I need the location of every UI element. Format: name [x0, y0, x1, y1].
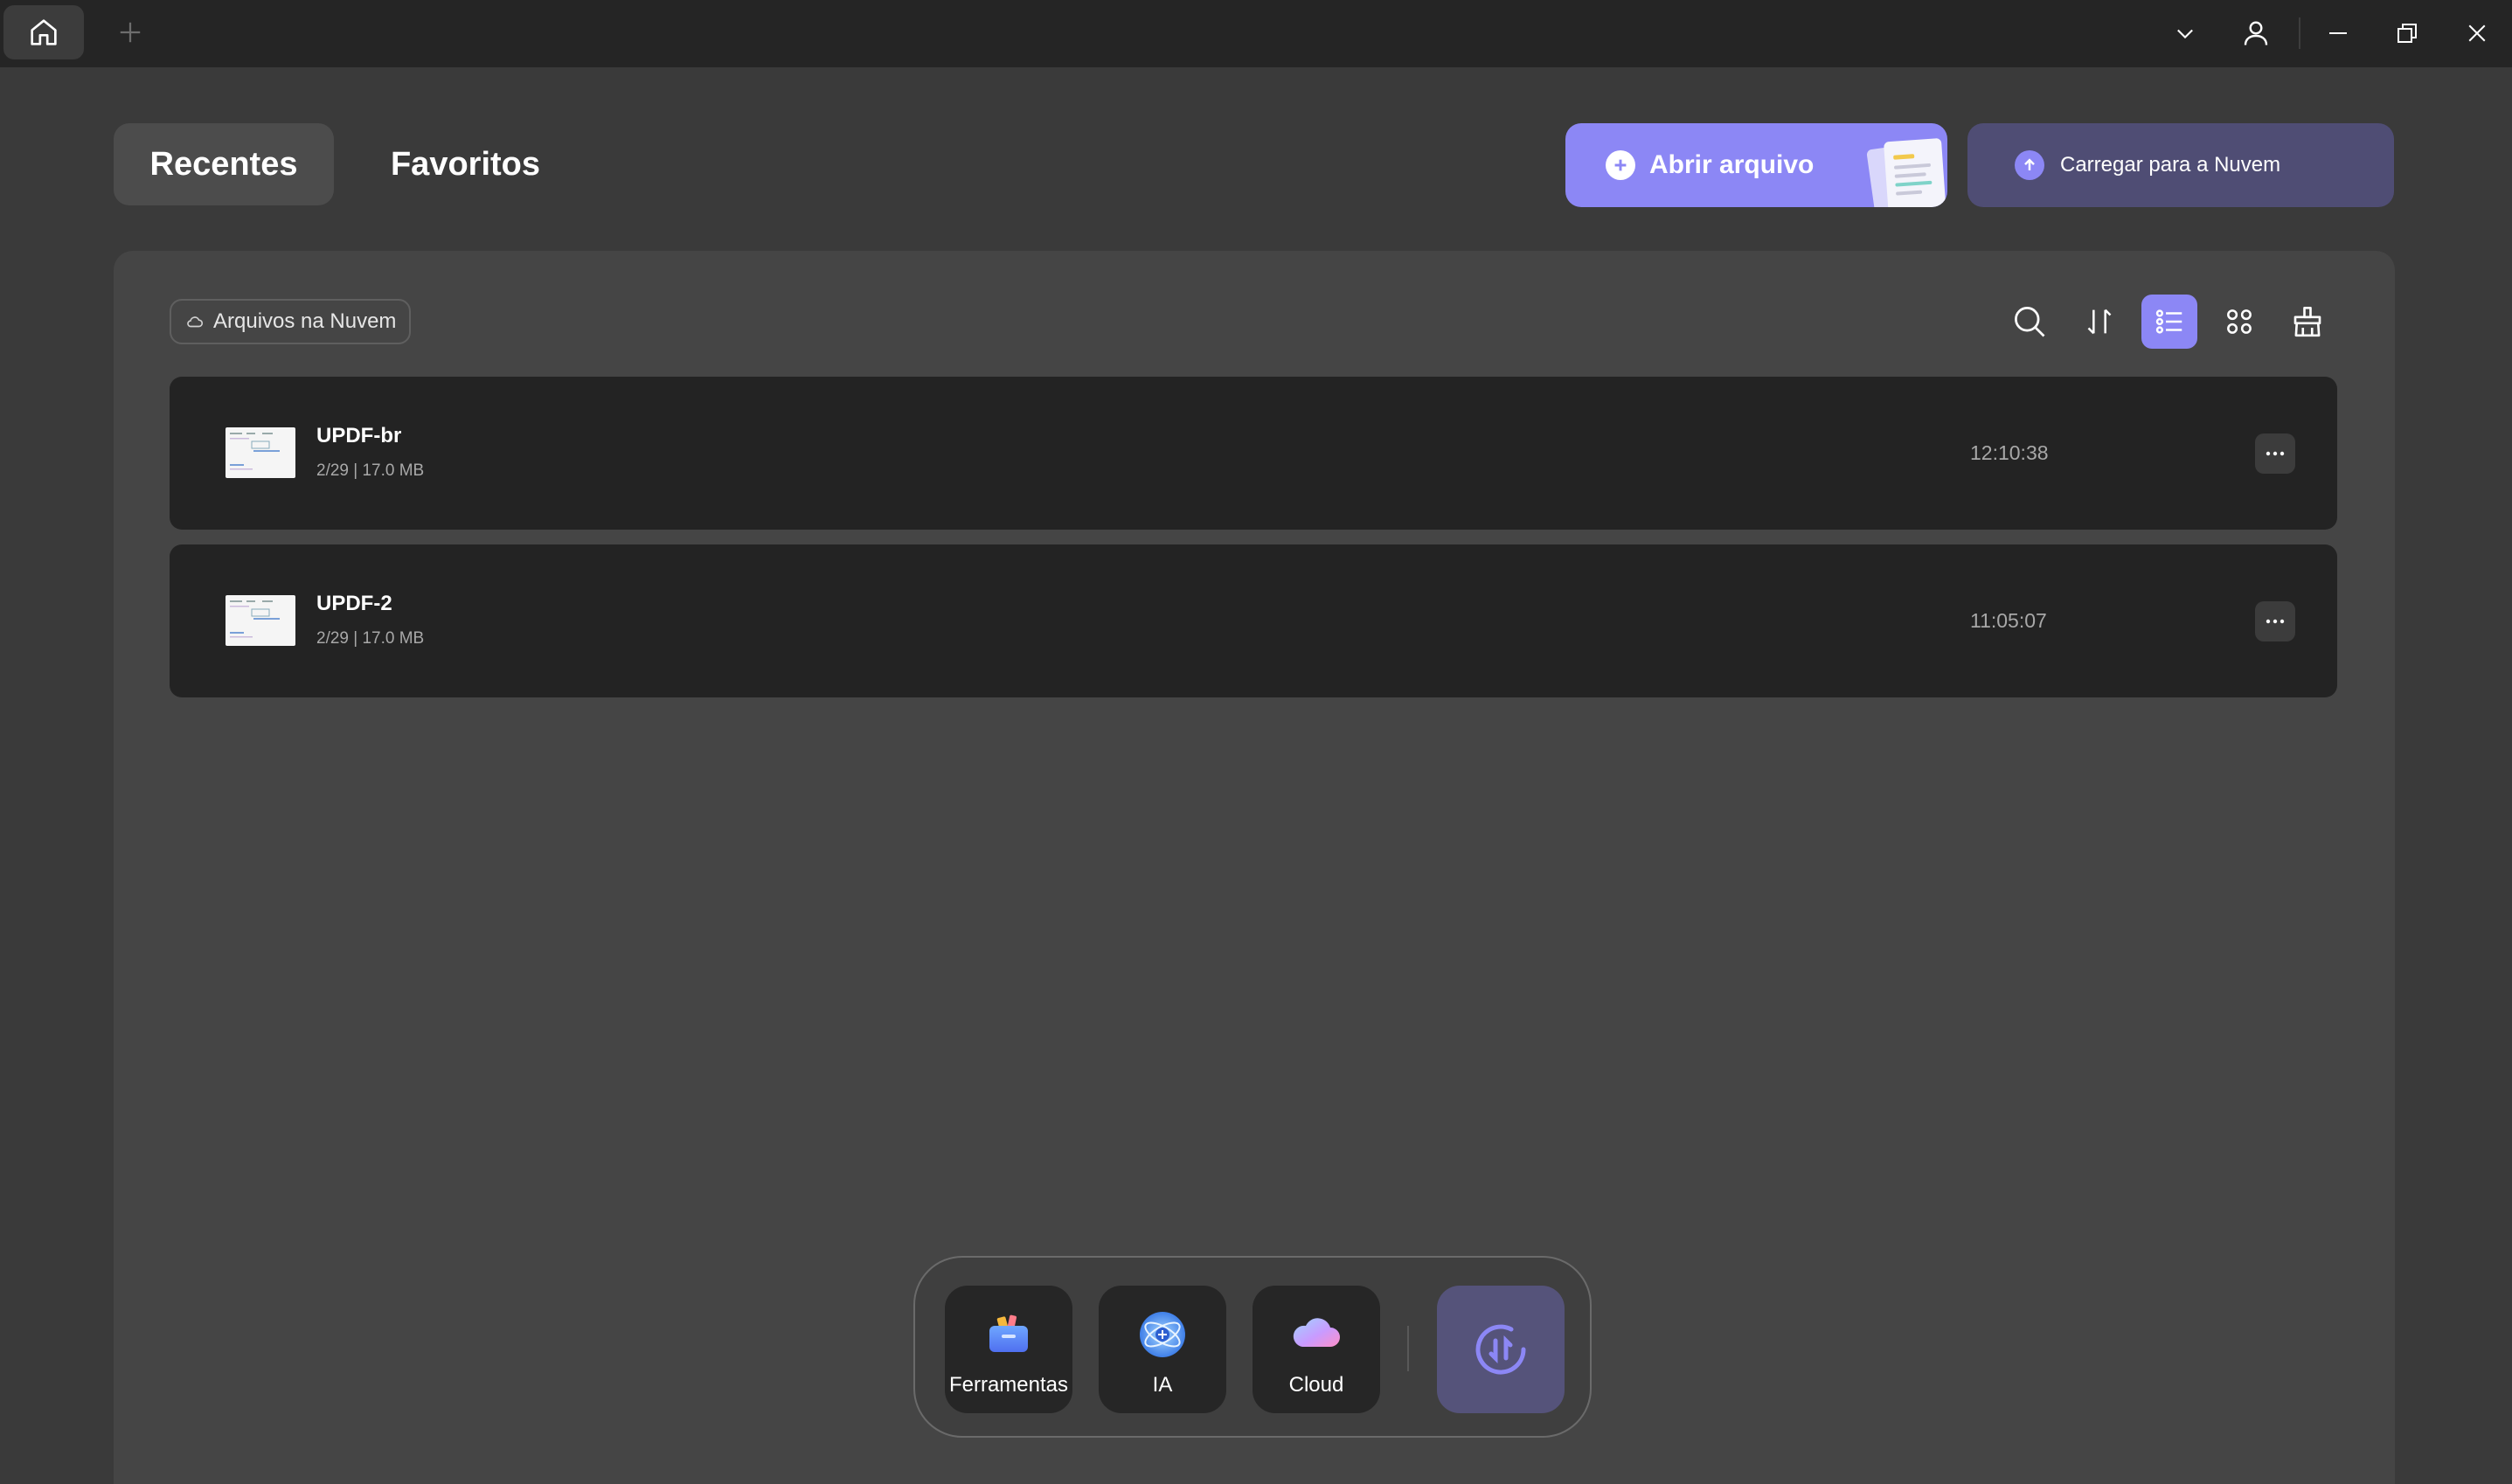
upload-to-cloud-button[interactable]: Carregar para a Nuvem	[1967, 123, 2394, 207]
plus-icon	[120, 22, 141, 43]
search-button[interactable]	[2002, 295, 2057, 349]
search-icon	[2015, 307, 2045, 337]
tab-favoritos[interactable]: Favoritos	[367, 123, 564, 205]
sort-button[interactable]	[2071, 295, 2127, 349]
dock-divider	[1407, 1326, 1409, 1371]
more-options-button[interactable]	[2255, 433, 2295, 474]
home-icon	[31, 19, 57, 45]
grid-view-icon	[2227, 309, 2252, 334]
bottom-dock: Ferramentas IA Cloud	[913, 1256, 1592, 1438]
list-view-button[interactable]	[2141, 295, 2197, 349]
close-icon	[2468, 24, 2486, 42]
more-dots-icon	[2266, 451, 2285, 456]
dock-sync-button[interactable]	[1437, 1286, 1565, 1413]
upload-arrow-icon	[2015, 150, 2044, 180]
home-tab[interactable]	[3, 5, 84, 59]
cloud-files-filter[interactable]: Arquivos na Nuvem	[170, 299, 411, 344]
dock-item-ferramentas[interactable]: Ferramentas	[945, 1286, 1072, 1413]
title-bar-divider	[2299, 17, 2300, 49]
app-window: Recentes Favoritos Abrir arquivo Carrega…	[0, 0, 2512, 1484]
chevron-down-icon	[2177, 29, 2193, 39]
cloud-files-filter-label: Arquivos na Nuvem	[213, 309, 397, 333]
sync-icon	[1475, 1324, 1526, 1375]
file-meta: 2/29 | 17.0 MB	[316, 461, 425, 480]
more-options-button[interactable]	[2255, 601, 2295, 641]
clear-recent-button[interactable]	[2280, 295, 2335, 349]
plus-circle-icon	[1606, 150, 1635, 180]
brush-clear-icon	[2293, 306, 2321, 337]
file-meta: 2/29 | 17.0 MB	[316, 629, 425, 648]
file-name: UPDF-br	[316, 424, 402, 447]
more-dots-icon	[2266, 619, 2285, 624]
new-tab-button[interactable]	[108, 10, 152, 54]
close-button[interactable]	[2451, 7, 2503, 59]
restore-button[interactable]	[2381, 7, 2433, 59]
file-row[interactable]: UPDF-br 2/29 | 17.0 MB 12:10:38	[170, 377, 2337, 530]
minimize-icon	[2329, 32, 2347, 34]
restore-icon	[2398, 24, 2417, 43]
file-name: UPDF-2	[316, 592, 392, 615]
account-button[interactable]	[2230, 7, 2282, 59]
open-file-label: Abrir arquivo	[1649, 150, 1815, 179]
documents-illustration-icon	[1866, 138, 1946, 207]
file-thumbnail	[226, 595, 295, 646]
cloud-outline-icon	[187, 316, 204, 328]
dock-item-cloud[interactable]: Cloud	[1253, 1286, 1380, 1413]
tab-recentes[interactable]: Recentes	[114, 123, 334, 205]
cloud-icon	[1293, 1318, 1340, 1347]
sort-icon	[2087, 309, 2112, 335]
file-thumbnail	[226, 427, 295, 478]
dock-item-label: IA	[1152, 1373, 1173, 1397]
file-time: 11:05:07	[1970, 609, 2047, 632]
open-file-button[interactable]: Abrir arquivo	[1565, 123, 1947, 207]
grid-view-button[interactable]	[2211, 295, 2267, 349]
minimize-button[interactable]	[2312, 7, 2364, 59]
upload-to-cloud-label: Carregar para a Nuvem	[2060, 153, 2281, 177]
file-time: 12:10:38	[1970, 441, 2049, 464]
dock-item-ia[interactable]: IA	[1099, 1286, 1226, 1413]
user-icon	[2244, 21, 2268, 45]
list-view-icon	[2155, 309, 2182, 334]
ai-icon	[1140, 1312, 1185, 1357]
toolbox-icon	[989, 1314, 1028, 1352]
dock-item-label: Cloud	[1288, 1373, 1344, 1397]
file-row[interactable]: UPDF-2 2/29 | 17.0 MB 11:05:07	[170, 544, 2337, 697]
title-bar	[0, 0, 2512, 67]
tabs-dropdown-button[interactable]	[2159, 7, 2211, 59]
dock-item-label: Ferramentas	[948, 1373, 1069, 1397]
